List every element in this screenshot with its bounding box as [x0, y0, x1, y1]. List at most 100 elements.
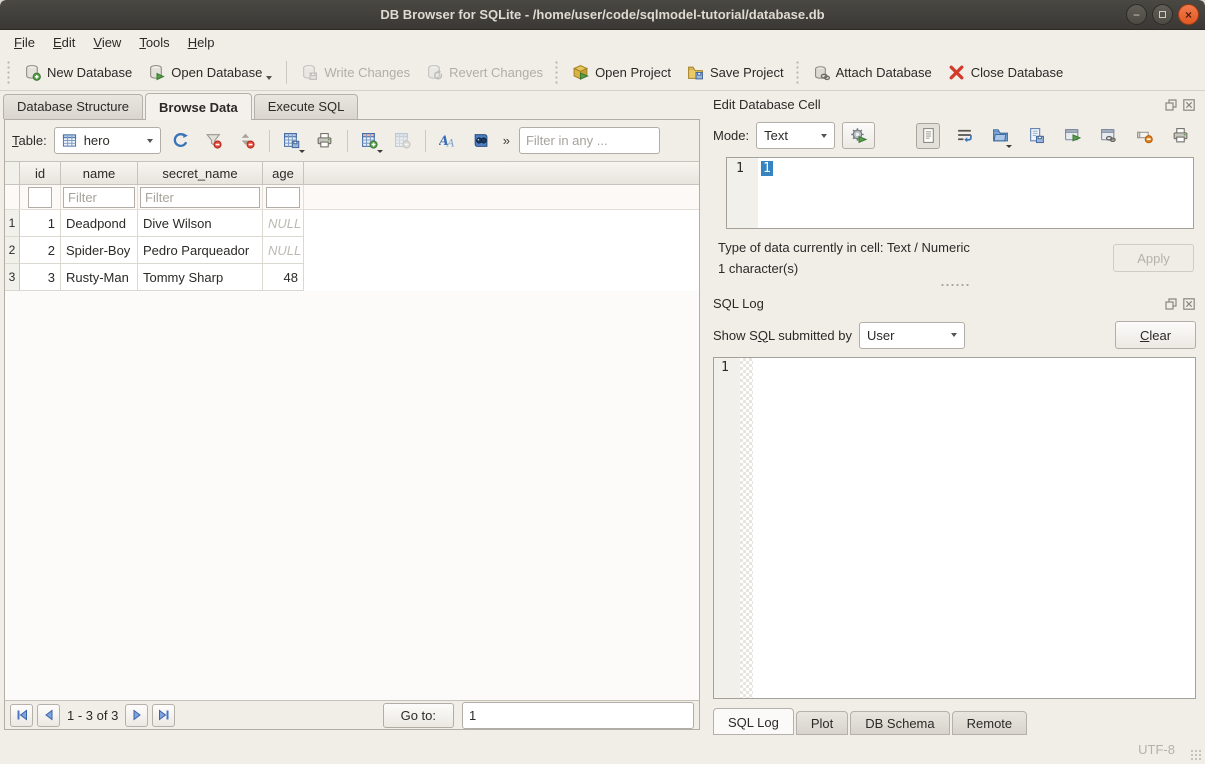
filter-input-name[interactable]	[63, 187, 135, 208]
table-row[interactable]: 3 3 Rusty-Man Tommy Sharp 48	[5, 264, 699, 291]
sql-log-content[interactable]	[753, 358, 1195, 698]
print-cell-button[interactable]	[1168, 123, 1192, 149]
toolbar-drag-handle[interactable]	[6, 60, 11, 84]
resize-grip[interactable]	[1190, 749, 1202, 761]
menu-help[interactable]: Help	[179, 32, 224, 53]
tab-plot[interactable]: Plot	[796, 711, 848, 735]
close-button[interactable]: ×	[1178, 4, 1199, 25]
statusbar: UTF-8	[0, 735, 1205, 764]
table-combo[interactable]: hero	[54, 127, 161, 154]
export-data-button[interactable]	[1024, 123, 1048, 149]
sql-log-editor[interactable]: 1	[713, 357, 1196, 699]
column-header-secret-name[interactable]: secret_name	[138, 162, 263, 184]
cell-secret-name[interactable]: Pedro Parqueador	[138, 237, 263, 264]
column-header-age[interactable]: age	[263, 162, 304, 184]
tab-execute-sql[interactable]: Execute SQL	[254, 94, 359, 119]
tab-remote[interactable]: Remote	[952, 711, 1028, 735]
save-project-button[interactable]: Save Project	[679, 59, 792, 86]
toolbar-drag-handle[interactable]	[554, 60, 559, 84]
clear-filters-button[interactable]	[201, 128, 227, 154]
sql-source-combo[interactable]: User	[859, 322, 965, 349]
cell-age[interactable]: NULL	[263, 210, 304, 237]
menu-edit[interactable]: Edit	[44, 32, 84, 53]
float-panel-button[interactable]	[1163, 98, 1178, 112]
filter-input-id[interactable]	[28, 187, 52, 208]
open-database-label: Open Database	[171, 65, 262, 80]
word-wrap-button[interactable]	[952, 123, 976, 149]
menu-tools[interactable]: Tools	[130, 32, 178, 53]
print-button[interactable]	[312, 128, 338, 154]
edit-display-format-button[interactable]: AA	[435, 128, 461, 154]
float-panel-button[interactable]	[1163, 297, 1178, 311]
open-database-dropdown-icon[interactable]	[266, 76, 272, 80]
new-database-button[interactable]: New Database	[16, 59, 140, 86]
auto-apply-button[interactable]	[842, 122, 875, 149]
titlebar[interactable]: DB Browser for SQLite - /home/user/code/…	[0, 0, 1205, 30]
set-null-button[interactable]	[1132, 123, 1156, 149]
maximize-button[interactable]	[1152, 4, 1173, 25]
insert-record-dropdown-icon[interactable]	[377, 150, 383, 153]
cell-name[interactable]: Deadpond	[61, 210, 138, 237]
encoding-label[interactable]: UTF-8	[1138, 742, 1175, 757]
import-data-button[interactable]	[988, 123, 1012, 149]
attach-database-button[interactable]: Attach Database	[805, 59, 940, 86]
cell-secret-name[interactable]: Dive Wilson	[138, 210, 263, 237]
menu-view[interactable]: View	[84, 32, 130, 53]
last-page-button[interactable]	[152, 704, 175, 727]
tab-db-schema[interactable]: DB Schema	[850, 711, 949, 735]
clear-log-button[interactable]: Clear	[1115, 321, 1196, 349]
copy-link-button[interactable]	[1096, 123, 1120, 149]
toolbar-drag-handle[interactable]	[795, 60, 800, 84]
cell-id[interactable]: 3	[20, 264, 61, 291]
close-database-button[interactable]: Close Database	[940, 59, 1072, 86]
goto-button[interactable]: Go to:	[383, 703, 454, 728]
cell-id[interactable]: 1	[20, 210, 61, 237]
toolbar-overflow-chevron[interactable]: »	[503, 133, 510, 148]
clear-sorting-button[interactable]	[234, 128, 260, 154]
menu-file[interactable]: File	[5, 32, 44, 53]
import-dropdown-icon[interactable]	[1006, 145, 1012, 148]
tab-database-structure[interactable]: Database Structure	[3, 94, 143, 119]
cell-name[interactable]: Rusty-Man	[61, 264, 138, 291]
tab-sql-log[interactable]: SQL Log	[713, 708, 794, 735]
refresh-button[interactable]	[168, 128, 194, 154]
row-header[interactable]: 3	[5, 264, 20, 291]
goto-input[interactable]	[462, 702, 694, 729]
close-panel-button[interactable]	[1181, 297, 1196, 311]
export-table-button[interactable]	[279, 128, 305, 154]
table-row[interactable]: 1 1 Deadpond Dive Wilson NULL	[5, 210, 699, 237]
filter-input-secret-name[interactable]	[140, 187, 260, 208]
column-header-name[interactable]: name	[61, 162, 138, 184]
filter-any-input[interactable]	[519, 127, 660, 154]
open-external-button[interactable]	[1060, 123, 1084, 149]
close-panel-button[interactable]	[1181, 98, 1196, 112]
find-in-table-button[interactable]	[468, 128, 494, 154]
tab-browse-data[interactable]: Browse Data	[145, 93, 252, 120]
row-header[interactable]: 1	[5, 210, 20, 237]
open-project-button[interactable]: Open Project	[564, 59, 679, 86]
table-row[interactable]: 2 2 Spider-Boy Pedro Parqueador NULL	[5, 237, 699, 264]
previous-page-button[interactable]	[37, 704, 60, 727]
insert-record-button[interactable]	[357, 128, 383, 154]
cell-age[interactable]: 48	[263, 264, 304, 291]
cell-age[interactable]: NULL	[263, 237, 304, 264]
text-mode-button[interactable]	[916, 123, 940, 149]
panel-splitter[interactable]	[713, 279, 1196, 291]
cell-editor[interactable]: 1 1	[726, 157, 1194, 229]
next-page-button[interactable]	[125, 704, 148, 727]
filter-input-age[interactable]	[266, 187, 300, 208]
cell-secret-name[interactable]: Tommy Sharp	[138, 264, 263, 291]
row-header[interactable]: 2	[5, 237, 20, 264]
column-header-id[interactable]: id	[20, 162, 61, 184]
gear-apply-icon	[850, 127, 867, 144]
close-database-label: Close Database	[971, 65, 1064, 80]
cell-id[interactable]: 2	[20, 237, 61, 264]
cell-name[interactable]: Spider-Boy	[61, 237, 138, 264]
attach-database-label: Attach Database	[836, 65, 932, 80]
export-table-dropdown-icon[interactable]	[299, 150, 305, 153]
open-database-button[interactable]: Open Database	[140, 59, 280, 86]
minimize-button[interactable]: −	[1126, 4, 1147, 25]
mode-combo[interactable]: Text	[756, 122, 835, 149]
first-page-button[interactable]	[10, 704, 33, 727]
cell-editor-content[interactable]: 1	[758, 158, 773, 228]
